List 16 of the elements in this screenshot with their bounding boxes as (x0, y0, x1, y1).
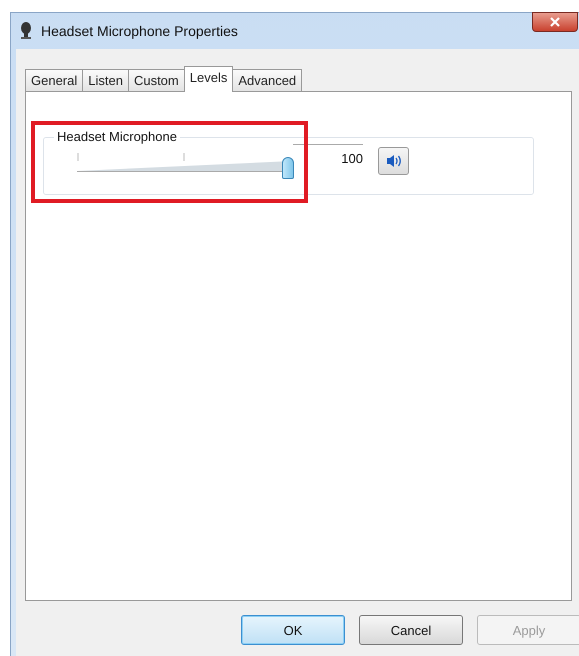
microphone-icon (19, 22, 33, 40)
tab[interactable]: Listen (82, 69, 129, 91)
slider-thumb[interactable] (282, 157, 294, 179)
tab[interactable]: Advanced (232, 69, 302, 91)
tab[interactable]: General (25, 69, 84, 91)
tab[interactable]: Levels (184, 66, 234, 92)
tab[interactable]: Custom (128, 69, 185, 91)
dialog-button[interactable]: Cancel (359, 615, 463, 645)
close-button[interactable] (532, 12, 578, 32)
level-value-field[interactable]: 100 (293, 144, 363, 178)
close-icon (550, 17, 560, 27)
window-title: Headset Microphone Properties (41, 23, 238, 39)
mute-button[interactable] (378, 147, 409, 175)
speaker-icon (386, 154, 402, 168)
group-label: Headset Microphone (54, 129, 180, 144)
dialog-button[interactable]: OK (241, 615, 345, 645)
